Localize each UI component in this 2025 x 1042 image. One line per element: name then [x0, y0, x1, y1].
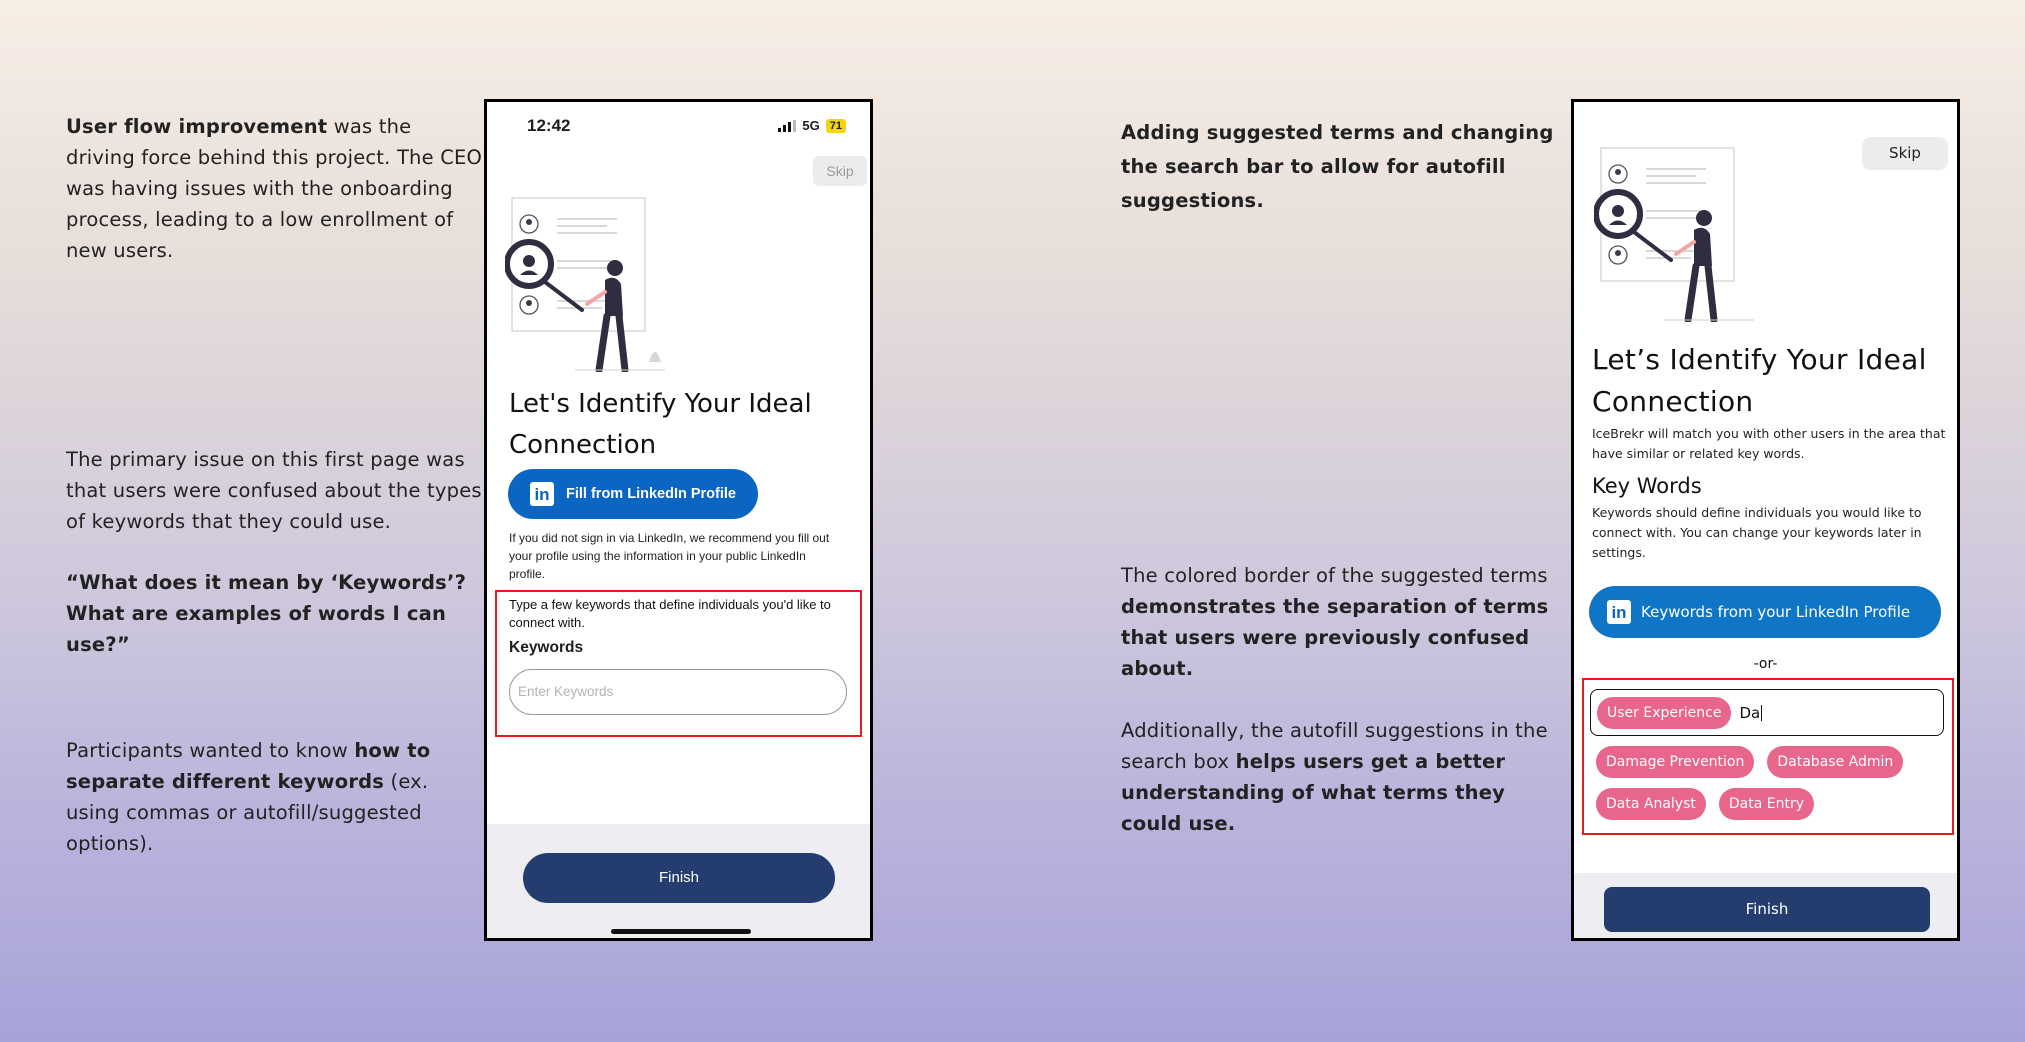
- fill-from-linkedin-label: Fill from LinkedIn Profile: [566, 486, 736, 502]
- note-primary-issue: The primary issue on this first page was…: [66, 444, 486, 537]
- keywords-label: Keywords: [509, 639, 584, 656]
- phone-before: 12:42 5G 71 Skip Let's Identify Your Ide…: [484, 99, 873, 941]
- note-user-flow-bold: User flow improvement: [66, 115, 328, 138]
- signal-icon: [778, 119, 797, 132]
- skip-button[interactable]: Skip: [813, 156, 867, 186]
- page-title: Let’s Identify Your Ideal Connection: [1592, 343, 1927, 418]
- note-colored-border-start: The colored border of the suggested term…: [1121, 564, 1548, 587]
- suggestion-chip[interactable]: Data Analyst: [1596, 788, 1706, 820]
- linkedin-description: If you did not sign in via LinkedIn, we …: [509, 531, 830, 581]
- linkedin-icon: in: [1607, 600, 1631, 624]
- battery-icon: 71: [825, 118, 846, 133]
- note-participants: Participants wanted to know how to separ…: [66, 735, 466, 859]
- note-autofill: Additionally, the autofill suggestions i…: [1121, 715, 1561, 839]
- keywords-heading: Key Words: [1592, 474, 1702, 498]
- typed-text: Da: [1739, 703, 1763, 722]
- status-time: 12:42: [527, 116, 571, 135]
- suggestion-chips: Damage Prevention Database Admin Data An…: [1596, 746, 1946, 820]
- suggestion-chip[interactable]: Database Admin: [1767, 746, 1904, 778]
- note-colored-border: The colored border of the suggested term…: [1121, 560, 1561, 684]
- home-indicator: [611, 929, 751, 934]
- search-profiles-illustration-icon: [1594, 147, 1754, 322]
- linkedin-icon: in: [530, 482, 554, 506]
- page-title: Let's Identify Your Ideal Connection: [509, 389, 812, 460]
- keywords-search-input[interactable]: User Experience Da: [1590, 689, 1944, 736]
- text-caret: [1761, 705, 1763, 721]
- selected-keyword-chip[interactable]: User Experience: [1597, 696, 1732, 729]
- note-primary-issue-text: The primary issue on this first page was…: [66, 448, 482, 533]
- note-colored-border-bold: demonstrates the separation of terms tha…: [1121, 595, 1549, 680]
- keywords-highlight-box: Type a few keywords that define individu…: [495, 590, 862, 737]
- network-label: 5G: [802, 118, 820, 133]
- keywords-from-linkedin-label: Keywords from your LinkedIn Profile: [1641, 603, 1911, 621]
- search-profiles-illustration-icon: [505, 197, 665, 372]
- skip-button[interactable]: Skip: [1862, 137, 1948, 170]
- page-subtitle: IceBrekr will match you with other users…: [1592, 426, 1946, 461]
- keywords-from-linkedin-button[interactable]: in Keywords from your LinkedIn Profile: [1589, 586, 1941, 638]
- finish-button[interactable]: Finish: [1604, 887, 1930, 932]
- fill-from-linkedin-button[interactable]: in Fill from LinkedIn Profile: [508, 469, 758, 519]
- note-user-flow: User flow improvement was the driving fo…: [66, 111, 486, 266]
- or-divider: -or-: [1753, 656, 1778, 672]
- note-participants-start: Participants wanted to know: [66, 739, 355, 762]
- finish-button[interactable]: Finish: [523, 853, 835, 903]
- suggestion-chip[interactable]: Damage Prevention: [1596, 746, 1755, 778]
- note-suggested-terms: Adding suggested terms and changing the …: [1121, 116, 1561, 218]
- keywords-input[interactable]: Enter Keywords: [509, 669, 847, 715]
- keywords-highlight-box: User Experience Da Damage Prevention Dat…: [1582, 678, 1954, 835]
- note-suggested-terms-text: Adding suggested terms and changing the …: [1121, 121, 1554, 212]
- typed-text-value: Da: [1739, 703, 1761, 722]
- keywords-description: Keywords should define individuals you w…: [1592, 505, 1922, 560]
- suggestion-chip[interactable]: Data Entry: [1718, 788, 1815, 820]
- note-user-quote-text: “What does it mean by ‘Keywords’? What a…: [66, 571, 467, 656]
- footer-area: Finish: [487, 824, 870, 938]
- footer-area: Finish: [1574, 873, 1957, 938]
- status-bar-icons: 5G 71: [778, 118, 846, 133]
- phone-after: Skip Let’s Identify Your Ideal Connectio…: [1571, 99, 1960, 941]
- note-user-quote: “What does it mean by ‘Keywords’? What a…: [66, 567, 486, 660]
- keywords-description: Type a few keywords that define individu…: [509, 597, 831, 630]
